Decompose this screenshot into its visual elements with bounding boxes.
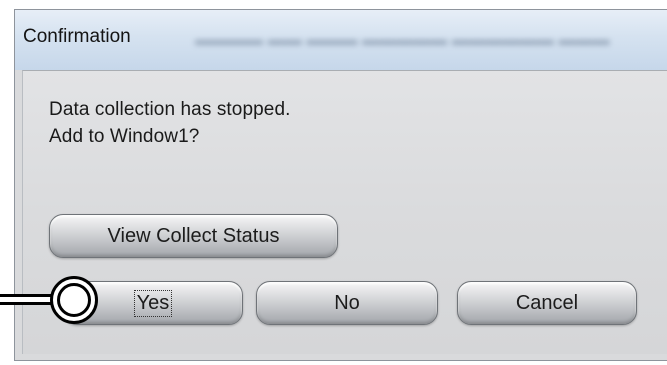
view-collect-status-label: View Collect Status [107, 224, 280, 247]
dialog-title: Confirmation [23, 26, 131, 47]
cancel-label: Cancel [515, 291, 579, 314]
callout-circle-marker [50, 276, 98, 324]
dialog-body: Data collection has stopped. Add to Wind… [22, 70, 667, 354]
confirmation-dialog: Confirmation ▬▬▬▬ ▬▬ ▬▬▬ ▬▬▬▬▬ ▬▬▬▬▬▬ ▬▬… [14, 9, 667, 361]
dialog-message: Data collection has stopped. Add to Wind… [49, 96, 291, 150]
message-line-2: Add to Window1? [49, 126, 200, 147]
no-label: No [334, 291, 360, 314]
yes-label: Yes [133, 289, 173, 317]
view-collect-status-button[interactable]: View Collect Status [49, 214, 338, 258]
dialog-titlebar[interactable]: Confirmation ▬▬▬▬ ▬▬ ▬▬▬ ▬▬▬▬▬ ▬▬▬▬▬▬ ▬▬… [15, 10, 667, 70]
no-button[interactable]: No [256, 281, 438, 325]
background-window-blur: ▬▬▬▬ ▬▬ ▬▬▬ ▬▬▬▬▬ ▬▬▬▬▬▬ ▬▬▬ [195, 30, 610, 49]
cancel-button[interactable]: Cancel [457, 281, 637, 325]
message-line-1: Data collection has stopped. [49, 99, 291, 120]
